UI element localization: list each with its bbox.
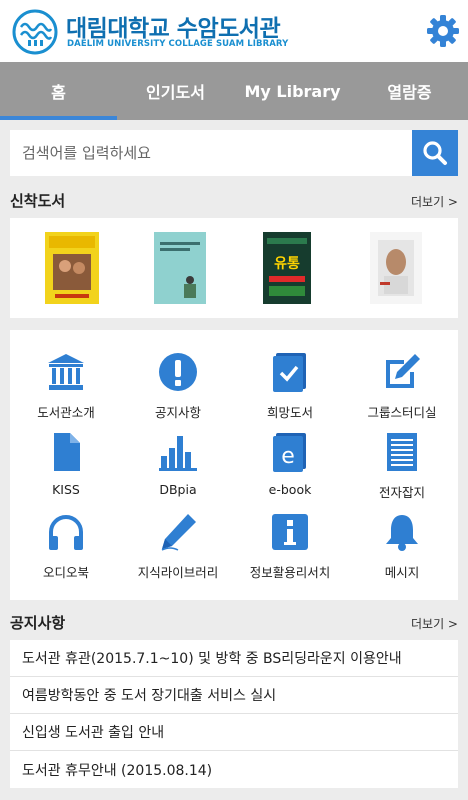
notices-more-link[interactable]: 더보기 > <box>411 615 458 632</box>
menu-label: 지식라이브러리 <box>137 565 219 580</box>
document-lines-icon <box>387 433 417 471</box>
tab-popular-books[interactable]: 인기도서 <box>117 62 234 120</box>
quick-menu-grid: 도서관소개 공지사항 희망도서 그룹스터디실 KISS DBpia e e-bo… <box>10 330 458 600</box>
file-icon <box>54 433 80 471</box>
book-check-icon <box>273 353 306 392</box>
book-cover[interactable] <box>370 232 422 304</box>
menu-label: 공지사항 <box>154 405 201 420</box>
ebook-icon: e <box>273 433 306 472</box>
list-item[interactable]: 여름방학동안 중 도서 장기대출 서비스 실시 <box>10 677 458 714</box>
menu-dbpia[interactable]: DBpia <box>122 432 234 512</box>
menu-kiss[interactable]: KISS <box>10 432 122 512</box>
app-subtitle: DAELIM UNIVERSITY COLLAGE SUAM LIBRARY <box>67 39 289 49</box>
menu-label: 정보활용리서치 <box>249 565 331 580</box>
menu-book-request[interactable]: 희망도서 <box>234 352 346 432</box>
tab-library-card[interactable]: 열람증 <box>351 62 468 120</box>
app-header: 대림대학교 수암도서관 DAELIM UNIVERSITY COLLAGE SU… <box>0 0 468 62</box>
search-icon <box>423 141 447 165</box>
list-item[interactable]: 도서관 휴관(2015.7.1~10) 및 방학 중 BS리딩라운지 이용안내 <box>10 640 458 677</box>
list-item[interactable]: 신입생 도서관 출입 안내 <box>10 714 458 751</box>
menu-label: 메시지 <box>384 565 420 580</box>
menu-label: 그룹스터디실 <box>367 405 437 420</box>
menu-label: 희망도서 <box>266 405 313 420</box>
menu-label: DBpia <box>159 482 197 497</box>
book-cover[interactable] <box>45 232 99 304</box>
notice-list: 도서관 휴관(2015.7.1~10) 및 방학 중 BS리딩라운지 이용안내 … <box>10 640 458 788</box>
menu-e-magazine[interactable]: 전자잡지 <box>346 432 458 512</box>
menu-notices[interactable]: 공지사항 <box>122 352 234 432</box>
search-button[interactable] <box>412 130 458 176</box>
new-books-title: 신착도서 <box>10 192 66 210</box>
menu-label: e-book <box>268 482 312 497</box>
tab-label: My Library <box>244 81 341 101</box>
headphones-icon <box>49 515 83 550</box>
exclamation-icon <box>159 353 197 391</box>
menu-label: KISS <box>52 482 80 497</box>
svg-text:유통: 유통 <box>274 256 300 272</box>
info-icon <box>272 514 308 550</box>
tab-label: 인기도서 <box>146 83 205 102</box>
tab-home[interactable]: 홈 <box>0 62 117 120</box>
notices-title: 공지사항 <box>10 614 66 632</box>
gear-icon[interactable] <box>425 13 461 49</box>
new-books-more-link[interactable]: 더보기 > <box>411 193 458 210</box>
menu-library-intro[interactable]: 도서관소개 <box>10 352 122 432</box>
library-logo-icon[interactable] <box>12 9 58 55</box>
new-books-carousel: 유통 <box>10 218 458 318</box>
menu-messages[interactable]: 메시지 <box>346 512 458 592</box>
edit-icon <box>386 354 420 388</box>
menu-ebook[interactable]: e e-book <box>234 432 346 512</box>
menu-info-research[interactable]: 정보활용리서치 <box>234 512 346 592</box>
menu-label: 전자잡지 <box>378 485 425 500</box>
list-item[interactable]: 도서관 휴무안내 (2015.08.14) <box>10 751 458 788</box>
bank-icon <box>48 354 84 390</box>
book-cover[interactable] <box>154 232 206 304</box>
menu-audiobook[interactable]: 오디오북 <box>10 512 122 592</box>
bell-icon <box>386 515 418 551</box>
menu-label: 오디오북 <box>42 565 89 580</box>
search-input[interactable] <box>10 130 414 176</box>
tab-my-library[interactable]: My Library <box>234 62 351 120</box>
pen-icon <box>161 514 196 551</box>
book-cover[interactable]: 유통 <box>263 232 311 304</box>
app-title: 대림대학교 수암도서관 <box>66 16 281 42</box>
menu-group-study[interactable]: 그룹스터디실 <box>346 352 458 432</box>
tab-bar: 홈 인기도서 My Library 열람증 <box>0 62 468 120</box>
tab-label: 홈 <box>51 83 66 102</box>
bar-chart-icon <box>159 436 197 471</box>
menu-knowledge-library[interactable]: 지식라이브러리 <box>122 512 234 592</box>
menu-label: 도서관소개 <box>37 405 95 420</box>
tab-label: 열람증 <box>387 83 432 102</box>
svg-text:e: e <box>281 444 295 469</box>
